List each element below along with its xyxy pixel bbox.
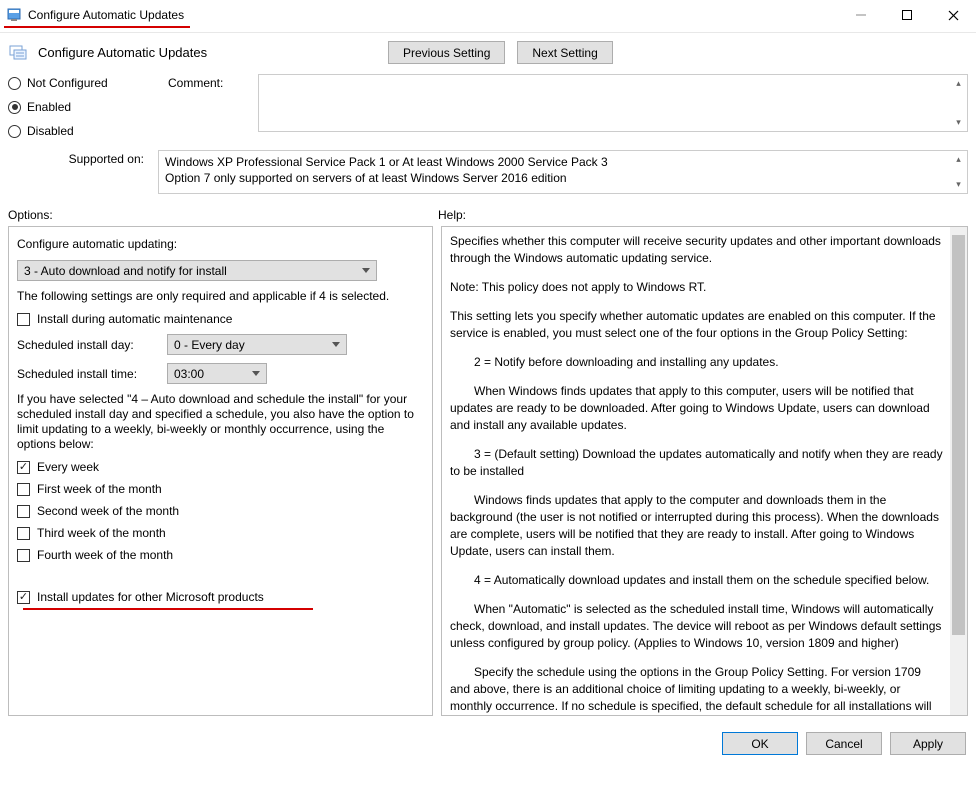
help-para: This setting lets you specify whether au… xyxy=(450,308,943,342)
radio-disabled[interactable]: Disabled xyxy=(8,124,148,138)
checkbox-icon xyxy=(17,461,30,474)
window-controls xyxy=(838,0,976,30)
checkbox-icon xyxy=(17,549,30,562)
next-setting-label: Next Setting xyxy=(532,46,597,60)
close-button[interactable] xyxy=(930,0,976,30)
state-radio-group: Not Configured Enabled Disabled xyxy=(8,70,148,138)
checkbox-icon xyxy=(17,313,30,326)
scheduled-time-select[interactable]: 03:00 xyxy=(167,363,267,384)
help-option-desc: Windows finds updates that apply to the … xyxy=(450,492,943,560)
checkbox-icon xyxy=(17,591,30,604)
help-option-desc: When "Automatic" is selected as the sche… xyxy=(450,601,943,652)
previous-setting-label: Previous Setting xyxy=(403,46,490,60)
scroll-down-icon[interactable]: ▾ xyxy=(951,177,966,192)
annotation-underline xyxy=(23,608,313,610)
radio-not-configured[interactable]: Not Configured xyxy=(8,76,148,90)
pane-labels: Options: Help: xyxy=(0,198,976,226)
help-option: 4 = Automatically download updates and i… xyxy=(450,572,943,589)
footer-buttons: OK Cancel Apply xyxy=(0,724,976,763)
policy-name: Configure Automatic Updates xyxy=(38,45,368,60)
ok-button[interactable]: OK xyxy=(722,732,798,755)
checkbox-label: Install updates for other Microsoft prod… xyxy=(37,590,264,604)
previous-setting-button[interactable]: Previous Setting xyxy=(388,41,505,64)
scheduled-day-label: Scheduled install day: xyxy=(17,338,157,352)
cancel-label: Cancel xyxy=(825,737,862,751)
help-pane: Specifies whether this computer will rec… xyxy=(441,226,968,716)
window-title: Configure Automatic Updates xyxy=(28,8,184,22)
scroll-up-icon[interactable]: ▴ xyxy=(951,76,966,91)
radio-label: Not Configured xyxy=(27,76,108,90)
radio-icon xyxy=(8,77,21,90)
scheduled-time-label: Scheduled install time: xyxy=(17,367,157,381)
checkbox-label: Second week of the month xyxy=(37,504,179,518)
options-pane: Configure automatic updating: 3 - Auto d… xyxy=(8,226,433,716)
app-icon xyxy=(6,7,22,23)
supported-line: Option 7 only supported on servers of at… xyxy=(165,170,961,186)
checkbox-every-week[interactable]: Every week xyxy=(17,460,424,474)
help-para: Note: This policy does not apply to Wind… xyxy=(450,279,943,296)
maximize-button[interactable] xyxy=(884,0,930,30)
checkbox-third-week[interactable]: Third week of the month xyxy=(17,526,424,540)
help-content: Specifies whether this computer will rec… xyxy=(450,233,965,716)
help-option: 2 = Notify before downloading and instal… xyxy=(450,354,943,371)
checkbox-first-week[interactable]: First week of the month xyxy=(17,482,424,496)
update-mode-select[interactable]: 3 - Auto download and notify for install xyxy=(17,260,377,281)
checkbox-label: Install during automatic maintenance xyxy=(37,312,232,326)
supported-row: Supported on: Windows XP Professional Se… xyxy=(0,138,976,198)
scheduled-day-value: 0 - Every day xyxy=(174,338,245,352)
checkbox-label: Every week xyxy=(37,460,99,474)
radio-label: Disabled xyxy=(27,124,74,138)
scrollbar-track[interactable] xyxy=(950,227,967,715)
checkbox-label: Third week of the month xyxy=(37,526,166,540)
cancel-button[interactable]: Cancel xyxy=(806,732,882,755)
supported-on-label: Supported on: xyxy=(8,150,148,194)
checkbox-icon xyxy=(17,527,30,540)
title-bar: Configure Automatic Updates xyxy=(0,0,976,30)
options-label: Options: xyxy=(8,208,438,222)
schedule-note: If you have selected "4 – Auto download … xyxy=(17,392,424,452)
comment-textarea[interactable]: ▴ ▾ xyxy=(258,74,968,132)
annotation-underline xyxy=(4,26,190,28)
checkbox-label: First week of the month xyxy=(37,482,162,496)
checkbox-label: Fourth week of the month xyxy=(37,548,173,562)
radio-icon xyxy=(8,101,21,114)
scrollbar-thumb[interactable] xyxy=(952,235,965,635)
checkbox-second-week[interactable]: Second week of the month xyxy=(17,504,424,518)
help-para: Specifies whether this computer will rec… xyxy=(450,233,943,267)
help-option-desc: Specify the schedule using the options i… xyxy=(450,664,943,716)
radio-label: Enabled xyxy=(27,100,71,114)
checkbox-install-maintenance[interactable]: Install during automatic maintenance xyxy=(17,312,424,326)
scheduled-day-select[interactable]: 0 - Every day xyxy=(167,334,347,355)
help-option-desc: When Windows finds updates that apply to… xyxy=(450,383,943,434)
note-if-4: The following settings are only required… xyxy=(17,289,424,304)
comment-label: Comment: xyxy=(168,74,248,138)
state-row: Not Configured Enabled Disabled Comment:… xyxy=(0,70,976,138)
help-label: Help: xyxy=(438,208,466,222)
minimize-button[interactable] xyxy=(838,0,884,30)
checkbox-icon xyxy=(17,483,30,496)
policy-icon xyxy=(8,43,28,63)
ok-label: OK xyxy=(751,737,768,751)
header-row: Configure Automatic Updates Previous Set… xyxy=(0,33,976,70)
supported-on-box: Windows XP Professional Service Pack 1 o… xyxy=(158,150,968,194)
apply-button[interactable]: Apply xyxy=(890,732,966,755)
update-mode-value: 3 - Auto download and notify for install xyxy=(24,264,227,278)
supported-line: Windows XP Professional Service Pack 1 o… xyxy=(165,154,961,170)
next-setting-button[interactable]: Next Setting xyxy=(517,41,612,64)
checkbox-other-ms-products[interactable]: Install updates for other Microsoft prod… xyxy=(17,590,424,604)
radio-icon xyxy=(8,125,21,138)
help-option: 3 = (Default setting) Download the updat… xyxy=(450,446,943,480)
scroll-down-icon[interactable]: ▾ xyxy=(951,115,966,130)
scheduled-time-value: 03:00 xyxy=(174,367,204,381)
scroll-up-icon[interactable]: ▴ xyxy=(951,152,966,167)
radio-enabled[interactable]: Enabled xyxy=(8,100,148,114)
apply-label: Apply xyxy=(913,737,943,751)
checkbox-icon xyxy=(17,505,30,518)
configure-updating-heading: Configure automatic updating: xyxy=(17,237,424,252)
checkbox-fourth-week[interactable]: Fourth week of the month xyxy=(17,548,424,562)
